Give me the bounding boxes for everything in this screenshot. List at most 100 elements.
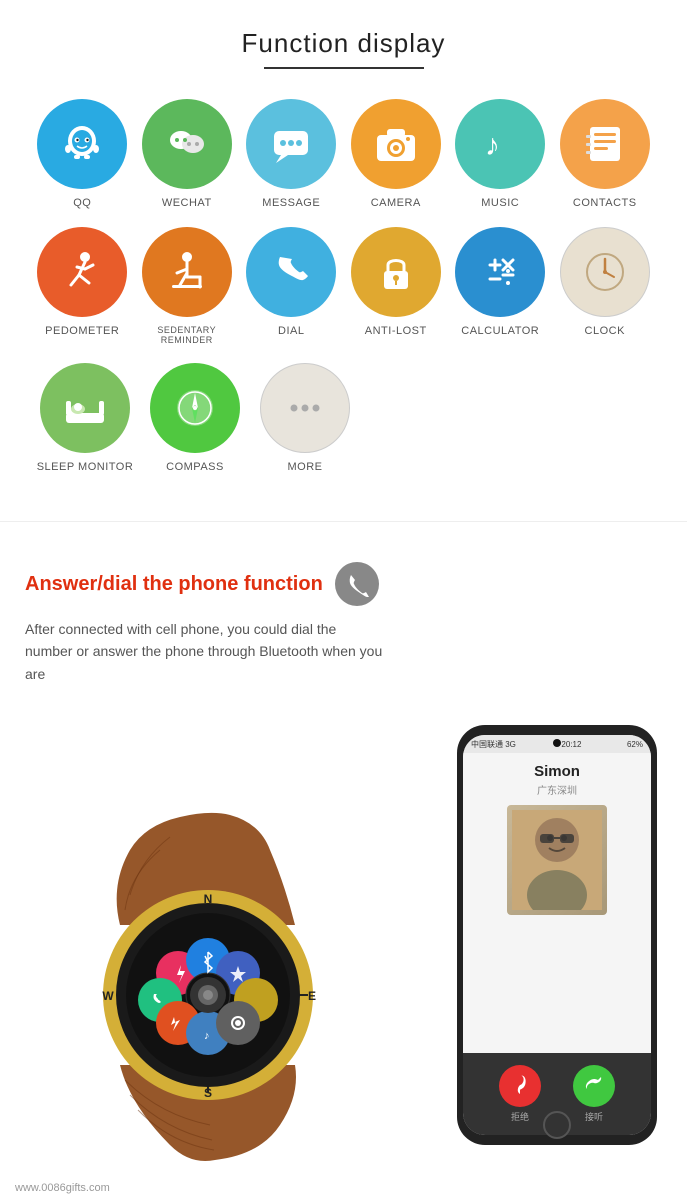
answer-icon — [583, 1075, 605, 1097]
decline-group: 拒绝 — [499, 1065, 541, 1123]
phone-section-title: Answer/dial the phone function — [25, 573, 323, 596]
status-time: 20:12 — [561, 740, 581, 749]
caller-photo — [507, 805, 607, 915]
icon-compass: COMPASS — [140, 363, 250, 473]
svg-text:E: E — [308, 989, 316, 1003]
answer-button[interactable] — [573, 1065, 615, 1107]
calculator-icon — [475, 247, 525, 297]
camera-icon — [371, 119, 421, 169]
dial-icon — [266, 247, 316, 297]
compass-circle — [150, 363, 240, 453]
footer: www.0086gifts.com — [0, 1176, 687, 1200]
caller-info: Simon 广东深圳 — [463, 753, 651, 1053]
phone-description: After connected with cell phone, you cou… — [25, 618, 385, 685]
icon-more: MORE — [250, 363, 360, 473]
phone-title-row: Answer/dial the phone function — [25, 562, 662, 606]
qq-circle — [37, 99, 127, 189]
calculator-circle — [455, 227, 545, 317]
wechat-label: WECHAT — [162, 197, 212, 209]
caller-location: 广东深圳 — [537, 782, 577, 797]
phone-container: 中国联通 3G 20:12 62% Simon 广东深圳 — [457, 725, 667, 1165]
footer-website: www.0086gifts.com — [15, 1182, 110, 1194]
wechat-circle — [142, 99, 232, 189]
sleep-label: SLEEP MONITOR — [37, 461, 134, 473]
clock-icon — [580, 247, 630, 297]
music-label: MUSIC — [481, 197, 519, 209]
dial-circle — [246, 227, 336, 317]
dial-label: DIAL — [278, 325, 304, 337]
watch-container: N S W E — [30, 785, 370, 1165]
sleep-icon — [60, 383, 110, 433]
phone-icon — [344, 571, 370, 597]
caller-photo-svg — [512, 810, 602, 910]
svg-text:W: W — [102, 989, 114, 1003]
icon-calculator: CALCULATOR — [448, 227, 553, 345]
title-underline — [264, 67, 424, 69]
antilost-icon — [371, 247, 421, 297]
decline-button[interactable] — [499, 1065, 541, 1107]
compass-label: COMPASS — [166, 461, 224, 473]
watch-illustration: N S W E — [30, 785, 370, 1165]
more-label: MORE — [288, 461, 323, 473]
status-battery: 62% — [627, 740, 643, 749]
more-icon — [280, 383, 330, 433]
decline-label: 拒绝 — [511, 1110, 529, 1123]
icon-music: ♪ MUSIC — [448, 99, 553, 209]
icon-camera: CAMERA — [344, 99, 449, 209]
qq-label: QQ — [73, 197, 91, 209]
icon-dial: DIAL — [239, 227, 344, 345]
pedometer-icon — [57, 247, 107, 297]
contacts-icon — [580, 119, 630, 169]
product-image-area: N S W E — [0, 705, 687, 1185]
pedometer-circle — [37, 227, 127, 317]
message-icon — [266, 119, 316, 169]
music-circle: ♪ — [455, 99, 545, 189]
contacts-circle — [560, 99, 650, 189]
icons-row-3: SLEEP MONITOR COMPASS — [30, 363, 657, 481]
answer-group: 接听 — [573, 1065, 615, 1123]
contacts-label: CONTACTS — [573, 197, 637, 209]
icons-row-2: PEDOMETER SEDENTARY REMINDER — [30, 227, 657, 353]
icon-clock: CLOCK — [553, 227, 658, 345]
camera-label: CAMERA — [371, 197, 421, 209]
decline-icon — [509, 1075, 531, 1097]
status-carrier: 中国联通 3G — [471, 739, 516, 750]
pedometer-label: PEDOMETER — [45, 325, 119, 337]
sedentary-icon — [162, 247, 212, 297]
calculator-label: CALCULATOR — [461, 325, 539, 337]
phone-small-icon — [335, 562, 379, 606]
icon-contacts: CONTACTS — [553, 99, 658, 209]
svg-text:♪: ♪ — [204, 1030, 210, 1042]
antilost-label: ANTI-LOST — [365, 325, 427, 337]
phone-section: Answer/dial the phone function After con… — [0, 542, 687, 705]
icon-message: MESSAGE — [239, 99, 344, 209]
qq-icon — [57, 119, 107, 169]
message-label: MESSAGE — [262, 197, 320, 209]
icons-section: QQ WECHAT — [0, 79, 687, 501]
svg-text:♪: ♪ — [485, 129, 500, 162]
phone-screen: 中国联通 3G 20:12 62% Simon 广东深圳 — [463, 735, 651, 1135]
camera-circle — [351, 99, 441, 189]
home-button[interactable] — [543, 1111, 571, 1139]
icon-pedometer: PEDOMETER — [30, 227, 135, 345]
icon-qq: QQ — [30, 99, 135, 209]
icon-sleep: SLEEP MONITOR — [30, 363, 140, 473]
wechat-icon — [162, 119, 212, 169]
antilost-circle — [351, 227, 441, 317]
phone-frame: 中国联通 3G 20:12 62% Simon 广东深圳 — [457, 725, 657, 1145]
section-divider — [0, 521, 687, 522]
sleep-circle — [40, 363, 130, 453]
caller-name: Simon — [534, 763, 580, 780]
more-circle — [260, 363, 350, 453]
icon-antilost: ANTI-LOST — [344, 227, 449, 345]
compass-icon — [170, 383, 220, 433]
icon-sedentary: SEDENTARY REMINDER — [135, 227, 240, 345]
clock-label: CLOCK — [585, 325, 625, 337]
sedentary-label: SEDENTARY REMINDER — [135, 325, 240, 345]
message-circle — [246, 99, 336, 189]
icon-wechat: WECHAT — [135, 99, 240, 209]
clock-circle — [560, 227, 650, 317]
music-icon: ♪ — [475, 119, 525, 169]
icons-row-1: QQ WECHAT — [30, 99, 657, 217]
page-title: Function display — [0, 28, 687, 59]
